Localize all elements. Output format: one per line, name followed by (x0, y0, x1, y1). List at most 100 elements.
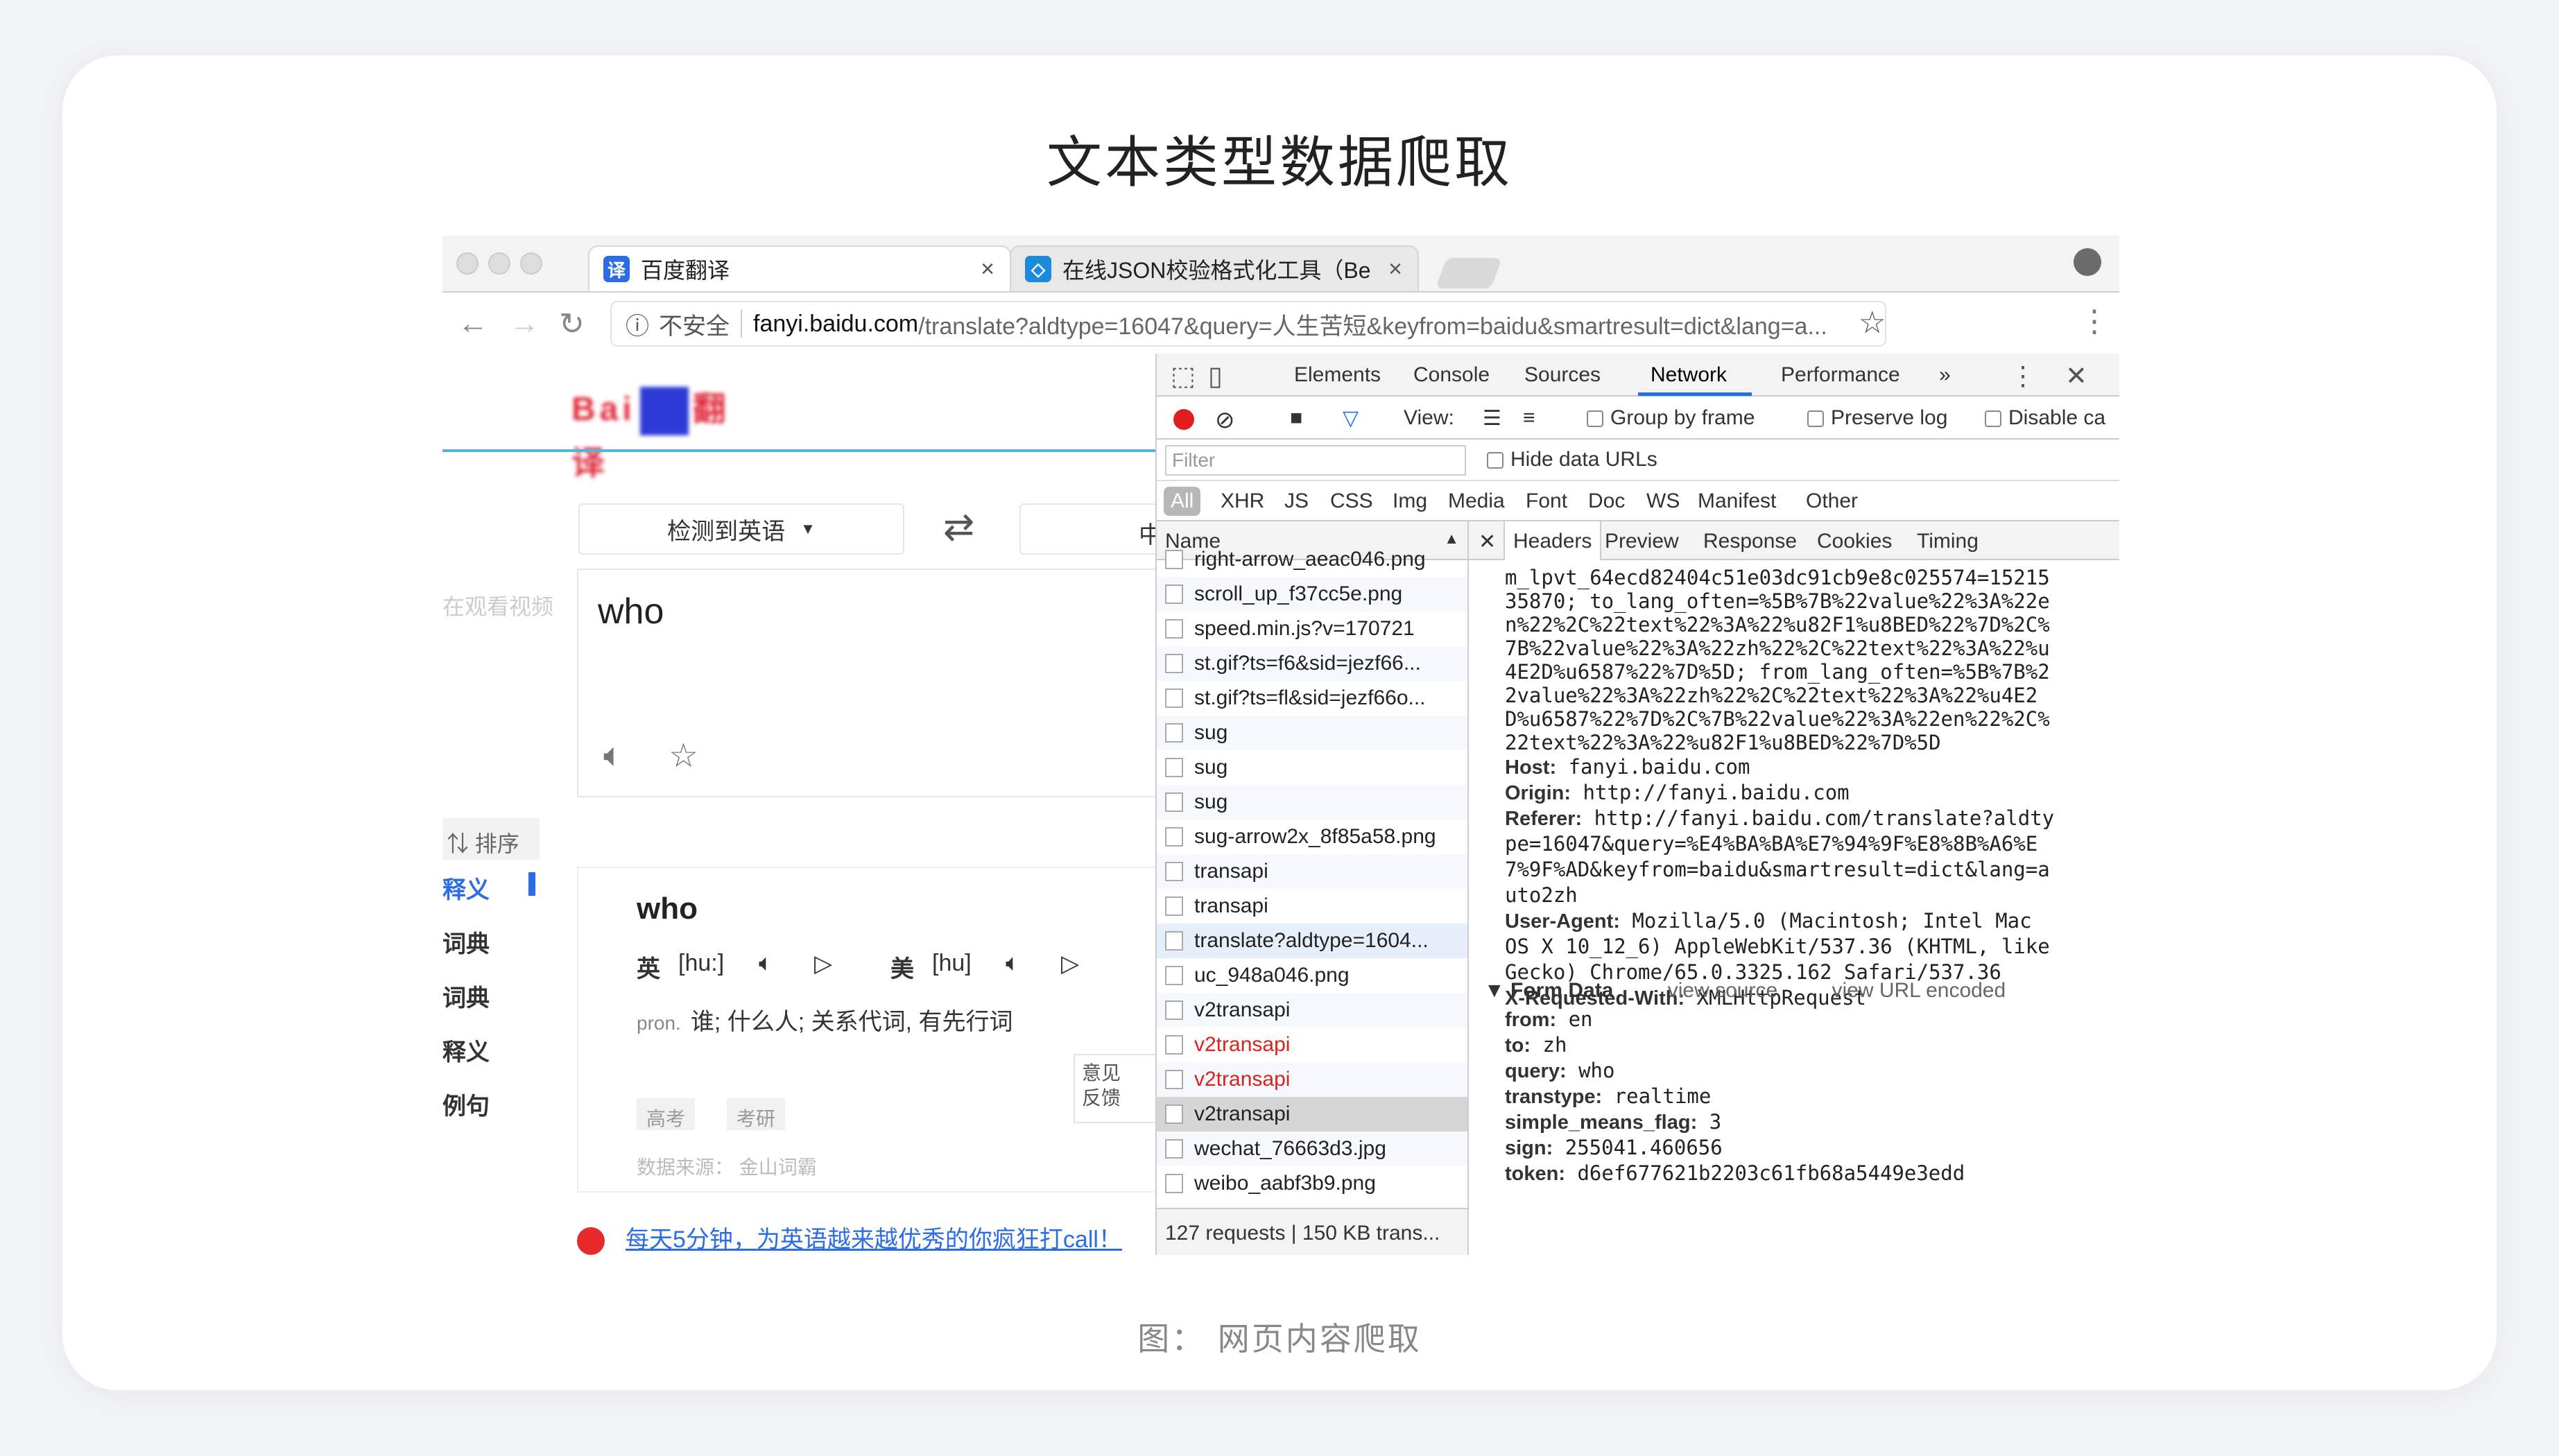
tab-baidu-translate[interactable]: 译 百度翻译 × (588, 245, 1011, 291)
devtools-menu-icon[interactable]: ⋮ (2010, 361, 2036, 392)
reload-icon[interactable]: ↻ (559, 306, 585, 342)
tab-performance[interactable]: Performance (1781, 363, 1900, 387)
tab-headers[interactable]: Headers (1503, 521, 1602, 560)
file-icon (1165, 619, 1183, 639)
large-rows-icon[interactable]: ☰ (1483, 406, 1501, 431)
exam-tag[interactable]: 考研 (727, 1098, 786, 1130)
menu-dots-icon[interactable]: ⋮ (2079, 304, 2110, 339)
tab-preview[interactable]: Preview (1605, 530, 1679, 553)
close-tab-icon[interactable]: × (981, 256, 994, 283)
request-name: v2transapi (1194, 1033, 1291, 1056)
device-toolbar-icon[interactable]: ▯ (1208, 361, 1223, 392)
play-icon[interactable]: ▷ (1061, 950, 1079, 978)
tab-network[interactable]: Network (1651, 363, 1727, 387)
request-row[interactable]: st.gif?ts=f6&sid=jezf66... (1157, 646, 1467, 681)
type-css[interactable]: CSS (1330, 489, 1373, 513)
type-all[interactable]: All (1164, 487, 1201, 516)
sidebar-item-meaning-2[interactable]: 释义 (442, 1033, 490, 1067)
tab-json-tool[interactable]: ◇ 在线JSON校验格式化工具（Be × (1010, 245, 1419, 291)
request-row[interactable]: translate?aldtype=1604... (1157, 924, 1467, 958)
type-other[interactable]: Other (1806, 489, 1858, 513)
view-url-encoded-link[interactable]: view URL encoded (1832, 979, 2006, 1002)
close-detail-icon[interactable]: ✕ (1479, 530, 1496, 554)
info-icon[interactable]: ⓘ (626, 307, 649, 341)
sidebar-item-dictionary[interactable]: 词典 (442, 925, 490, 959)
more-tabs-icon[interactable]: » (1939, 363, 1951, 387)
request-row[interactable]: sug-arrow2x_8f85a58.png (1157, 820, 1467, 854)
inspect-element-icon[interactable]: ⬚ (1171, 361, 1196, 392)
tab-response[interactable]: Response (1703, 530, 1797, 553)
type-ws[interactable]: WS (1646, 489, 1680, 513)
close-window-icon[interactable] (456, 252, 479, 275)
request-row[interactable]: transapi (1157, 889, 1467, 924)
maximize-window-icon[interactable] (520, 252, 542, 275)
minimize-window-icon[interactable] (488, 252, 510, 275)
tab-cookies[interactable]: Cookies (1817, 530, 1892, 553)
request-row[interactable]: wechat_76663d3.jpg (1157, 1132, 1467, 1166)
record-icon[interactable] (1173, 409, 1194, 430)
forward-arrow-icon[interactable]: → (509, 306, 540, 341)
field-value: http://fanyi.baidu.com (1571, 781, 1850, 804)
request-row[interactable]: v2transapi (1157, 1062, 1467, 1097)
sidebar-item-dictionary-2[interactable]: 词典 (442, 979, 490, 1013)
tab-elements[interactable]: Elements (1294, 363, 1381, 387)
view-source-link[interactable]: view source (1668, 979, 1777, 1002)
close-devtools-icon[interactable]: ✕ (2065, 361, 2087, 392)
request-row[interactable]: sug (1157, 716, 1467, 750)
feedback-button[interactable]: 意见 反馈 (1074, 1054, 1155, 1123)
request-row[interactable]: v2transapi (1157, 1028, 1467, 1062)
type-xhr[interactable]: XHR (1221, 489, 1264, 513)
request-row[interactable]: sug (1157, 750, 1467, 785)
type-manifest[interactable]: Manifest (1698, 489, 1776, 513)
disable-cache-checkbox[interactable]: Disable ca (1985, 406, 2105, 430)
source-language-select[interactable]: 检测到英语 ▼ (578, 503, 904, 555)
type-img[interactable]: Img (1393, 489, 1427, 513)
request-row[interactable]: scroll_up_f37cc5e.png (1157, 577, 1467, 612)
tab-timing[interactable]: Timing (1917, 530, 1979, 553)
request-row[interactable]: right-arrow_aeac046.png (1157, 542, 1467, 577)
group-by-frame-label: Group by frame (1610, 406, 1755, 429)
type-js[interactable]: JS (1284, 489, 1309, 513)
request-row[interactable]: sug (1157, 785, 1467, 820)
new-tab-button[interactable] (1435, 258, 1503, 288)
type-media[interactable]: Media (1448, 489, 1505, 513)
sidebar-item-meaning[interactable]: 释义 (442, 871, 490, 905)
request-row[interactable]: st.gif?ts=fl&sid=jezf66o... (1157, 681, 1467, 716)
clear-icon[interactable]: ⊘ (1215, 406, 1235, 434)
tab-sources[interactable]: Sources (1524, 363, 1601, 387)
request-row[interactable]: weibo_aabf3b9.png (1157, 1166, 1467, 1201)
speaker-icon[interactable]: 🔈︎ (603, 736, 623, 775)
capture-screenshots-icon[interactable]: ■ (1290, 406, 1302, 430)
favorite-star-icon[interactable]: ☆ (669, 736, 698, 775)
bookmark-star-icon[interactable]: ☆ (1859, 305, 1886, 340)
hide-data-urls-checkbox[interactable]: Hide data URLs (1487, 448, 1657, 471)
request-row[interactable]: v2transapi (1157, 993, 1467, 1028)
close-tab-icon[interactable]: × (1388, 256, 1402, 283)
request-row[interactable]: transapi (1157, 854, 1467, 889)
speaker-icon[interactable]: 🔈︎ (759, 950, 773, 977)
group-by-frame-checkbox[interactable]: Group by frame (1587, 406, 1755, 430)
speaker-icon[interactable]: 🔈︎ (1006, 950, 1019, 977)
request-row[interactable]: v2transapi (1157, 1097, 1467, 1132)
request-row[interactable]: uc_948a046.png (1157, 958, 1467, 993)
form-data-header[interactable]: ▼ Form Data view source view URL encoded (1484, 979, 2108, 1003)
back-arrow-icon[interactable]: ← (458, 306, 488, 341)
type-font[interactable]: Font (1526, 489, 1567, 513)
swap-languages-icon[interactable]: ⇄ (943, 505, 974, 548)
promo-link[interactable]: 每天5分钟，为英语越来越优秀的你疯狂打call！ (577, 1220, 1122, 1255)
filter-icon[interactable]: ▽ (1343, 406, 1359, 431)
sort-control[interactable]: ⇅ 排序 (442, 818, 540, 860)
sidebar-item-examples[interactable]: 例句 (442, 1087, 490, 1121)
play-icon[interactable]: ▷ (814, 950, 832, 978)
waterfall-icon[interactable]: ≡ (1523, 406, 1535, 430)
tab-console[interactable]: Console (1413, 363, 1490, 387)
filter-input[interactable]: Filter (1165, 445, 1466, 476)
target-language-select[interactable]: 中 (1019, 503, 1155, 555)
address-bar[interactable]: ⓘ 不安全 fanyi.baidu.com /translate?aldtype… (610, 301, 1886, 347)
preserve-log-checkbox[interactable]: Preserve log (1807, 406, 1947, 430)
type-doc[interactable]: Doc (1588, 489, 1625, 513)
request-row[interactable]: speed.min.js?v=170721 (1157, 612, 1467, 646)
profile-icon[interactable] (2074, 248, 2101, 276)
source-text-input[interactable]: who 🔈︎ ☆ (577, 569, 1155, 797)
exam-tag[interactable]: 高考 (637, 1098, 696, 1130)
